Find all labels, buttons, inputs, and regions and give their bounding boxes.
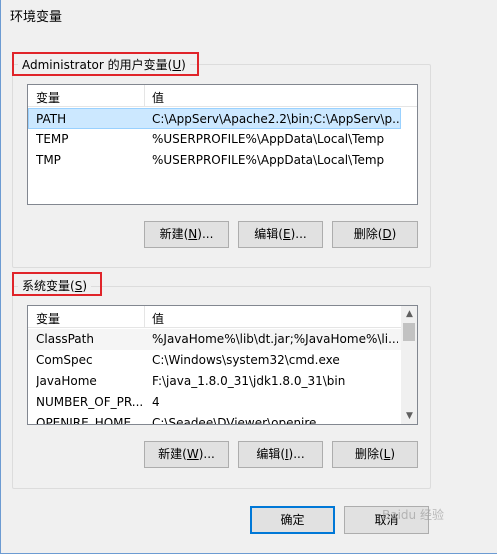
- system-delete-button[interactable]: 删除(L): [332, 441, 418, 468]
- column-header-variable[interactable]: 变量: [36, 89, 60, 106]
- row-variable: TEMP: [36, 132, 69, 146]
- scroll-up-icon[interactable]: ▲: [401, 306, 417, 322]
- scrollbar-thumb[interactable]: [403, 323, 415, 341]
- row-variable: PATH: [36, 112, 67, 126]
- system-variables-label: 系统变量(S): [18, 277, 91, 294]
- table-row[interactable]: NUMBER_OF_PR... 4: [28, 392, 401, 413]
- table-row[interactable]: JavaHome F:\java_1.8.0_31\jdk1.8.0_31\bi…: [28, 371, 401, 392]
- table-row[interactable]: TMP %USERPROFILE%\AppData\Local\Temp: [28, 150, 417, 171]
- user-variables-list[interactable]: 变量 值 PATH C:\AppServ\Apache2.2\bin;C:\Ap…: [27, 84, 418, 205]
- vertical-scrollbar[interactable]: ▲ ▼: [401, 306, 417, 424]
- row-variable: JavaHome: [36, 374, 97, 388]
- user-new-button[interactable]: 新建(N)...: [144, 221, 229, 248]
- user-variables-label: Administrator 的用户变量(U): [18, 56, 190, 73]
- table-row[interactable]: ComSpec C:\Windows\system32\cmd.exe: [28, 350, 401, 371]
- system-new-button[interactable]: 新建(W)...: [144, 441, 229, 468]
- row-value: F:\java_1.8.0_31\jdk1.8.0_31\bin: [152, 374, 346, 388]
- list-header: 变量 值: [28, 85, 417, 107]
- scroll-down-icon[interactable]: ▼: [401, 408, 417, 424]
- row-variable: TMP: [36, 153, 61, 167]
- row-value: C:\Seadee\DViewer\openire: [152, 416, 317, 425]
- row-value: %JavaHome%\lib\dt.jar;%JavaHome%\li...: [152, 332, 398, 346]
- ok-button[interactable]: 确定: [250, 506, 335, 534]
- column-header-value[interactable]: 值: [152, 89, 164, 106]
- row-variable: ComSpec: [36, 353, 93, 367]
- table-row[interactable]: OPENIRE_HOME C:\Seadee\DViewer\openire: [28, 413, 401, 425]
- system-edit-button[interactable]: 编辑(I)...: [238, 441, 323, 468]
- column-header-variable[interactable]: 变量: [36, 310, 60, 327]
- row-variable: OPENIRE_HOME: [36, 416, 132, 425]
- table-row[interactable]: TEMP %USERPROFILE%\AppData\Local\Temp: [28, 129, 417, 150]
- table-row[interactable]: ClassPath %JavaHome%\lib\dt.jar;%JavaHom…: [28, 329, 401, 350]
- watermark: Baidu 经验: [382, 508, 444, 522]
- window-title: 环境变量: [10, 10, 63, 25]
- user-delete-button[interactable]: 删除(D): [332, 221, 418, 248]
- row-variable: ClassPath: [36, 332, 94, 346]
- column-header-value[interactable]: 值: [152, 310, 164, 327]
- list-header: 变量 值: [28, 306, 417, 328]
- row-value: C:\Windows\system32\cmd.exe: [152, 353, 340, 367]
- table-row[interactable]: PATH C:\AppServ\Apache2.2\bin;C:\AppServ…: [28, 108, 401, 129]
- row-value: %USERPROFILE%\AppData\Local\Temp: [152, 153, 385, 167]
- row-value: %USERPROFILE%\AppData\Local\Temp: [152, 132, 385, 146]
- row-value: C:\AppServ\Apache2.2\bin;C:\AppServ\p...: [152, 112, 400, 126]
- row-value: 4: [152, 395, 160, 409]
- system-variables-list[interactable]: 变量 值 ClassPath %JavaHome%\lib\dt.jar;%Ja…: [27, 305, 418, 425]
- row-variable: NUMBER_OF_PR...: [36, 395, 144, 409]
- user-edit-button[interactable]: 编辑(E)...: [238, 221, 323, 248]
